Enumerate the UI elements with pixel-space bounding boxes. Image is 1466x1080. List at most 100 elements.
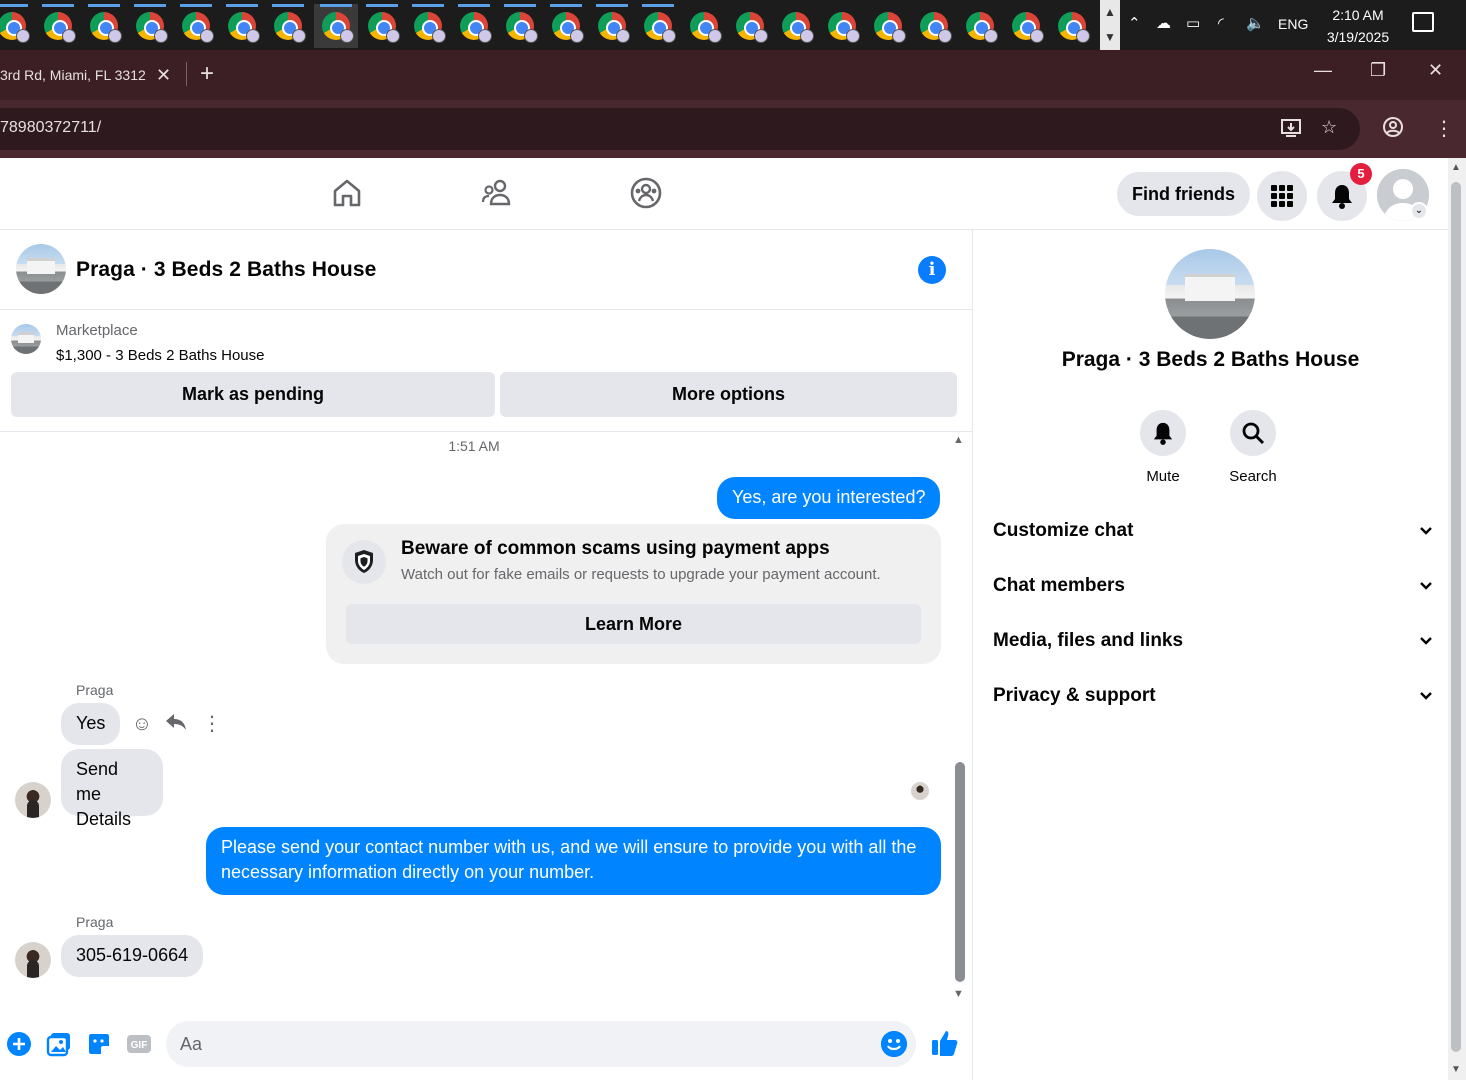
chrome-window-icon[interactable] — [1050, 4, 1094, 48]
chat-title[interactable]: Praga · 3 Beds 2 Baths House — [76, 258, 376, 282]
chrome-window-icon[interactable] — [82, 4, 126, 48]
minimize-button[interactable]: — — [1314, 60, 1332, 81]
chat-members-section[interactable]: Chat members — [993, 566, 1433, 606]
message-bubble-outgoing[interactable]: Please send your contact number with us,… — [206, 827, 941, 895]
sender-avatar[interactable] — [15, 782, 51, 818]
chrome-window-icon[interactable] — [360, 4, 404, 48]
onedrive-icon[interactable]: ☁ — [1156, 14, 1171, 32]
chrome-window-icon[interactable] — [728, 4, 772, 48]
wifi-icon[interactable]: ◜ — [1218, 14, 1224, 32]
profile-icon[interactable] — [1382, 116, 1404, 144]
plus-circle-icon[interactable] — [6, 1031, 32, 1057]
chat-avatar[interactable] — [16, 244, 66, 294]
page-scrollbar[interactable]: ▲ ▼ — [1448, 158, 1466, 1080]
mute-action[interactable]: Mute — [1123, 410, 1203, 485]
message-scroll-thumb[interactable] — [955, 762, 965, 982]
listing-thumbnail[interactable] — [11, 324, 41, 354]
listing-title[interactable]: $1,300 - 3 Beds 2 Baths House — [56, 347, 264, 364]
volume-icon[interactable]: 🔈 — [1246, 14, 1265, 32]
clock[interactable]: 2:10 AM 3/19/2025 — [1318, 4, 1398, 48]
chrome-window-icon[interactable] — [498, 4, 542, 48]
chrome-window-icon[interactable] — [0, 4, 34, 48]
chrome-window-icon[interactable] — [544, 4, 588, 48]
profile-badge-icon — [524, 29, 538, 43]
message-bubble-incoming[interactable]: Send me Details — [61, 749, 163, 829]
more-actions-icon[interactable]: ⋮ — [200, 712, 224, 736]
chrome-window-icon[interactable] — [452, 4, 496, 48]
taskbar-scroll[interactable]: ▲ ▼ — [1100, 0, 1120, 50]
chrome-window-icon[interactable] — [636, 4, 680, 48]
sender-avatar[interactable] — [15, 942, 51, 978]
reply-icon[interactable] — [164, 712, 188, 736]
chrome-icon — [644, 12, 676, 43]
chrome-window-icon[interactable] — [128, 4, 172, 48]
language-indicator[interactable]: ENG — [1278, 16, 1308, 32]
gif-icon[interactable]: GIF — [126, 1031, 152, 1057]
message-scrollbar[interactable]: ▲ ▼ — [952, 432, 968, 1002]
privacy-support-section[interactable]: Privacy & support — [993, 676, 1433, 716]
new-tab-button[interactable]: + — [200, 60, 214, 88]
chrome-window-icon[interactable] — [958, 4, 1002, 48]
taskbar-app-icons — [0, 0, 1100, 50]
chevron-down-icon[interactable]: ⌄ — [1410, 202, 1428, 220]
mark-as-pending-button[interactable]: Mark as pending — [11, 372, 495, 417]
react-emoji-icon[interactable]: ☺ — [130, 712, 154, 736]
chrome-icon — [782, 12, 814, 43]
chrome-window-icon[interactable] — [682, 4, 726, 48]
chrome-window-icon[interactable] — [406, 4, 450, 48]
taskbar-scroll-up[interactable]: ▲ — [1100, 0, 1120, 25]
more-options-button[interactable]: More options — [500, 372, 957, 417]
media-files-links-section[interactable]: Media, files and links — [993, 621, 1433, 661]
scroll-down-arrow[interactable]: ▼ — [1451, 1064, 1461, 1075]
chrome-window-icon[interactable] — [866, 4, 910, 48]
chrome-window-icon[interactable] — [774, 4, 818, 48]
tab-close-icon[interactable]: ✕ — [156, 58, 171, 92]
chrome-window-icon[interactable] — [174, 4, 218, 48]
photo-icon[interactable] — [46, 1031, 72, 1057]
scroll-down-arrow[interactable]: ▼ — [953, 988, 964, 1000]
bell-icon[interactable] — [1140, 410, 1186, 456]
chrome-window-icon[interactable] — [36, 4, 80, 48]
close-window-button[interactable]: ✕ — [1428, 60, 1443, 81]
notification-center-icon[interactable] — [1412, 12, 1434, 32]
chrome-window-icon[interactable] — [266, 4, 310, 48]
message-bubble-incoming[interactable]: 305-619-0664 — [61, 935, 204, 977]
friends-icon[interactable] — [480, 176, 514, 210]
menu-grid-icon[interactable] — [1257, 171, 1307, 221]
taskbar-scroll-down[interactable]: ▼ — [1100, 25, 1120, 50]
kebab-menu-icon[interactable]: ⋮ — [1434, 116, 1454, 141]
install-app-icon[interactable] — [1280, 117, 1302, 144]
chrome-window-icon[interactable] — [1004, 4, 1048, 48]
chevron-up-icon[interactable]: ⌃ — [1128, 14, 1141, 32]
message-bubble-outgoing[interactable]: Yes, are you interested? — [717, 477, 941, 519]
home-icon[interactable] — [330, 176, 364, 210]
chrome-icon — [828, 12, 860, 43]
learn-more-button[interactable]: Learn More — [346, 604, 921, 644]
scroll-up-arrow[interactable]: ▲ — [1451, 162, 1461, 173]
search-icon[interactable] — [1230, 410, 1276, 456]
star-icon[interactable]: ☆ — [1321, 117, 1337, 138]
chrome-window-icon[interactable] — [590, 4, 634, 48]
emoji-icon[interactable] — [881, 1031, 907, 1057]
groups-icon[interactable] — [629, 176, 663, 210]
chrome-window-icon[interactable] — [912, 4, 956, 48]
maximize-button[interactable]: ❐ — [1370, 60, 1386, 81]
sticker-icon[interactable] — [86, 1031, 112, 1057]
browser-tab[interactable]: 3rd Rd, Miami, FL 3312 ✕ — [0, 58, 186, 100]
chrome-window-icon[interactable] — [314, 4, 358, 48]
chrome-icon — [322, 12, 354, 43]
scroll-up-arrow[interactable]: ▲ — [953, 434, 964, 446]
page-scroll-thumb[interactable] — [1451, 182, 1461, 1052]
search-action[interactable]: Search — [1213, 410, 1293, 485]
chrome-window-icon[interactable] — [220, 4, 264, 48]
message-bubble-incoming[interactable]: Yes — [61, 703, 121, 745]
info-icon[interactable]: i — [918, 256, 946, 284]
find-friends-button[interactable]: Find friends — [1117, 172, 1250, 216]
message-input[interactable] — [166, 1021, 916, 1067]
address-bar[interactable]: 78980372711/ ☆ — [0, 108, 1360, 150]
chrome-window-icon[interactable] — [820, 4, 864, 48]
chat-large-avatar[interactable] — [1165, 249, 1255, 339]
thumbs-up-icon[interactable] — [930, 1028, 960, 1058]
battery-icon[interactable]: ▭ — [1186, 14, 1200, 32]
customize-chat-section[interactable]: Customize chat — [993, 511, 1433, 551]
